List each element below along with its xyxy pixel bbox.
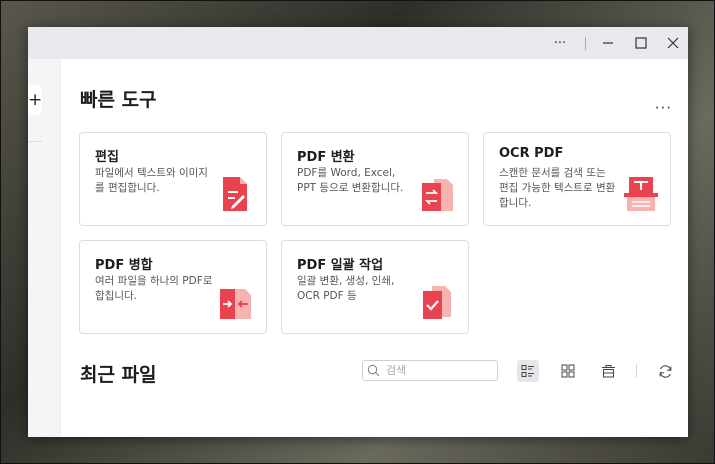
search-box[interactable] (362, 360, 498, 381)
card-description: 파일에서 텍스트와 이미지를 편집합니다. (95, 167, 208, 194)
grid-view-icon (561, 364, 575, 378)
maximize-icon (635, 37, 647, 49)
app-window: ··· + 빠른 도구 ··· 편집 파일에서 텍스트와 이미지를 편집합니다. (28, 27, 688, 437)
card-title: OCR PDF (499, 146, 564, 161)
grid-view-button[interactable] (557, 360, 579, 382)
close-icon (667, 37, 679, 49)
convert-doc-icon (422, 179, 453, 211)
card-title: 편집 (95, 150, 119, 165)
titlebar-divider (585, 37, 586, 50)
close-button[interactable] (657, 27, 688, 59)
more-icon: ··· (553, 35, 567, 51)
toolbar-divider (636, 364, 637, 378)
card-description: 여러 파일을 하나의 PDF로 합칩니다. (95, 275, 213, 302)
minimize-icon (603, 42, 613, 44)
batch-doc-icon (423, 286, 451, 319)
card-title: PDF 병합 (95, 258, 153, 273)
merge-doc-icon (220, 289, 251, 319)
tool-card-batch[interactable]: PDF 일괄 작업 일괄 변환, 생성, 인쇄, OCR PDF 등 (281, 240, 469, 334)
tool-card-edit[interactable]: 편집 파일에서 텍스트와 이미지를 편집합니다. (79, 132, 267, 226)
edit-doc-icon (223, 177, 247, 211)
sidebar: + (28, 59, 61, 437)
tool-card-ocr[interactable]: OCR PDF 스캔한 문서를 검색 또는 편집 가능한 텍스트로 변환합니다. (483, 132, 671, 226)
sidebar-divider (28, 141, 42, 142)
title-bar: ··· (28, 27, 688, 59)
refresh-icon (659, 364, 671, 378)
minimize-button[interactable] (592, 27, 624, 59)
search-icon (367, 364, 380, 377)
tool-card-convert[interactable]: PDF 변환 PDF를 Word, Excel, PPT 등으로 변환합니다. (281, 132, 469, 226)
search-input[interactable] (384, 363, 488, 378)
maximize-button[interactable] (625, 27, 657, 59)
trash-icon (601, 365, 615, 378)
list-view-button[interactable] (517, 360, 539, 382)
card-title: PDF 변환 (297, 150, 355, 165)
plus-icon: + (28, 90, 43, 110)
sidebar-add-button[interactable]: + (28, 85, 42, 115)
card-title: PDF 일괄 작업 (297, 258, 384, 273)
list-view-icon (521, 365, 534, 377)
quick-tools-more-button[interactable]: ··· (655, 99, 672, 117)
title-more-button[interactable]: ··· (544, 27, 576, 59)
quick-tools-title: 빠른 도구 (80, 89, 157, 111)
card-description: PDF를 Word, Excel, PPT 등으로 변환합니다. (297, 167, 404, 194)
card-description: 일괄 변환, 생성, 인쇄, OCR PDF 등 (297, 275, 395, 302)
ocr-scan-icon (624, 177, 658, 211)
main-content: 빠른 도구 ··· 편집 파일에서 텍스트와 이미지를 편집합니다. PDF 변… (61, 59, 688, 437)
card-description: 스캔한 문서를 검색 또는 편집 가능한 텍스트로 변환합니다. (499, 167, 616, 209)
recent-files-title: 최근 파일 (80, 364, 157, 386)
refresh-button[interactable] (654, 360, 676, 382)
clear-recent-button[interactable] (597, 360, 619, 382)
tool-card-merge[interactable]: PDF 병합 여러 파일을 하나의 PDF로 합칩니다. (79, 240, 267, 334)
